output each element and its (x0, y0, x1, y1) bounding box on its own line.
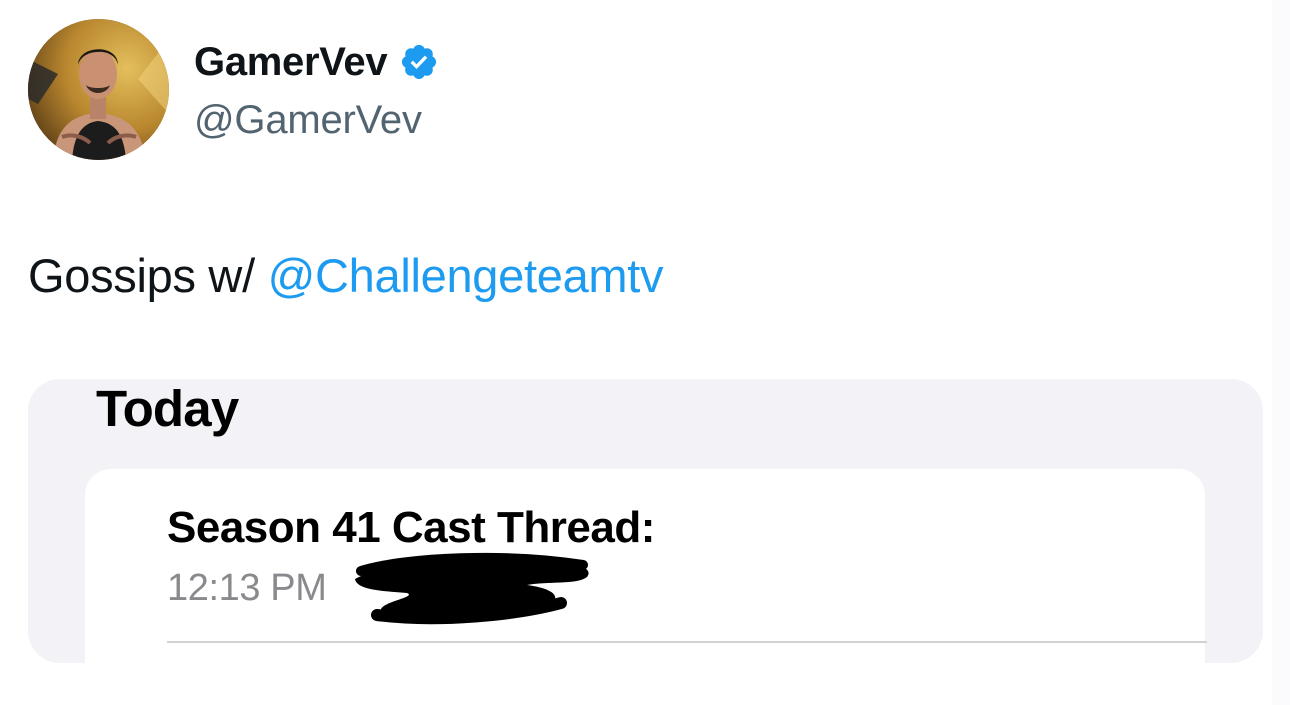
attached-image[interactable]: Today Season 41 Cast Thread: 12:13 PM (28, 379, 1263, 663)
verified-badge-icon (402, 44, 437, 80)
note-card: Season 41 Cast Thread: 12:13 PM (85, 469, 1207, 663)
notes-section-label: Today (96, 380, 239, 437)
user-handle[interactable]: @GamerVev (194, 98, 422, 143)
mention-link[interactable]: @Challengeteamtv (268, 249, 664, 302)
note-title: Season 41 Cast Thread: (167, 503, 655, 552)
tweet-text-body: Gossips w/ (28, 249, 268, 302)
tweet-screenshot: GamerVev @GamerVev Gossips w/ @Challenge… (0, 0, 1290, 705)
right-edge (1272, 0, 1290, 705)
avatar-photo (28, 19, 169, 160)
note-divider (167, 641, 1207, 643)
display-name-row[interactable]: GamerVev (194, 38, 439, 86)
note-time: 12:13 PM (167, 567, 327, 609)
redaction-scribble (355, 552, 589, 625)
tweet-text: Gossips w/ @Challengeteamtv (28, 248, 664, 303)
display-name[interactable]: GamerVev (194, 40, 388, 85)
avatar[interactable] (28, 19, 169, 160)
